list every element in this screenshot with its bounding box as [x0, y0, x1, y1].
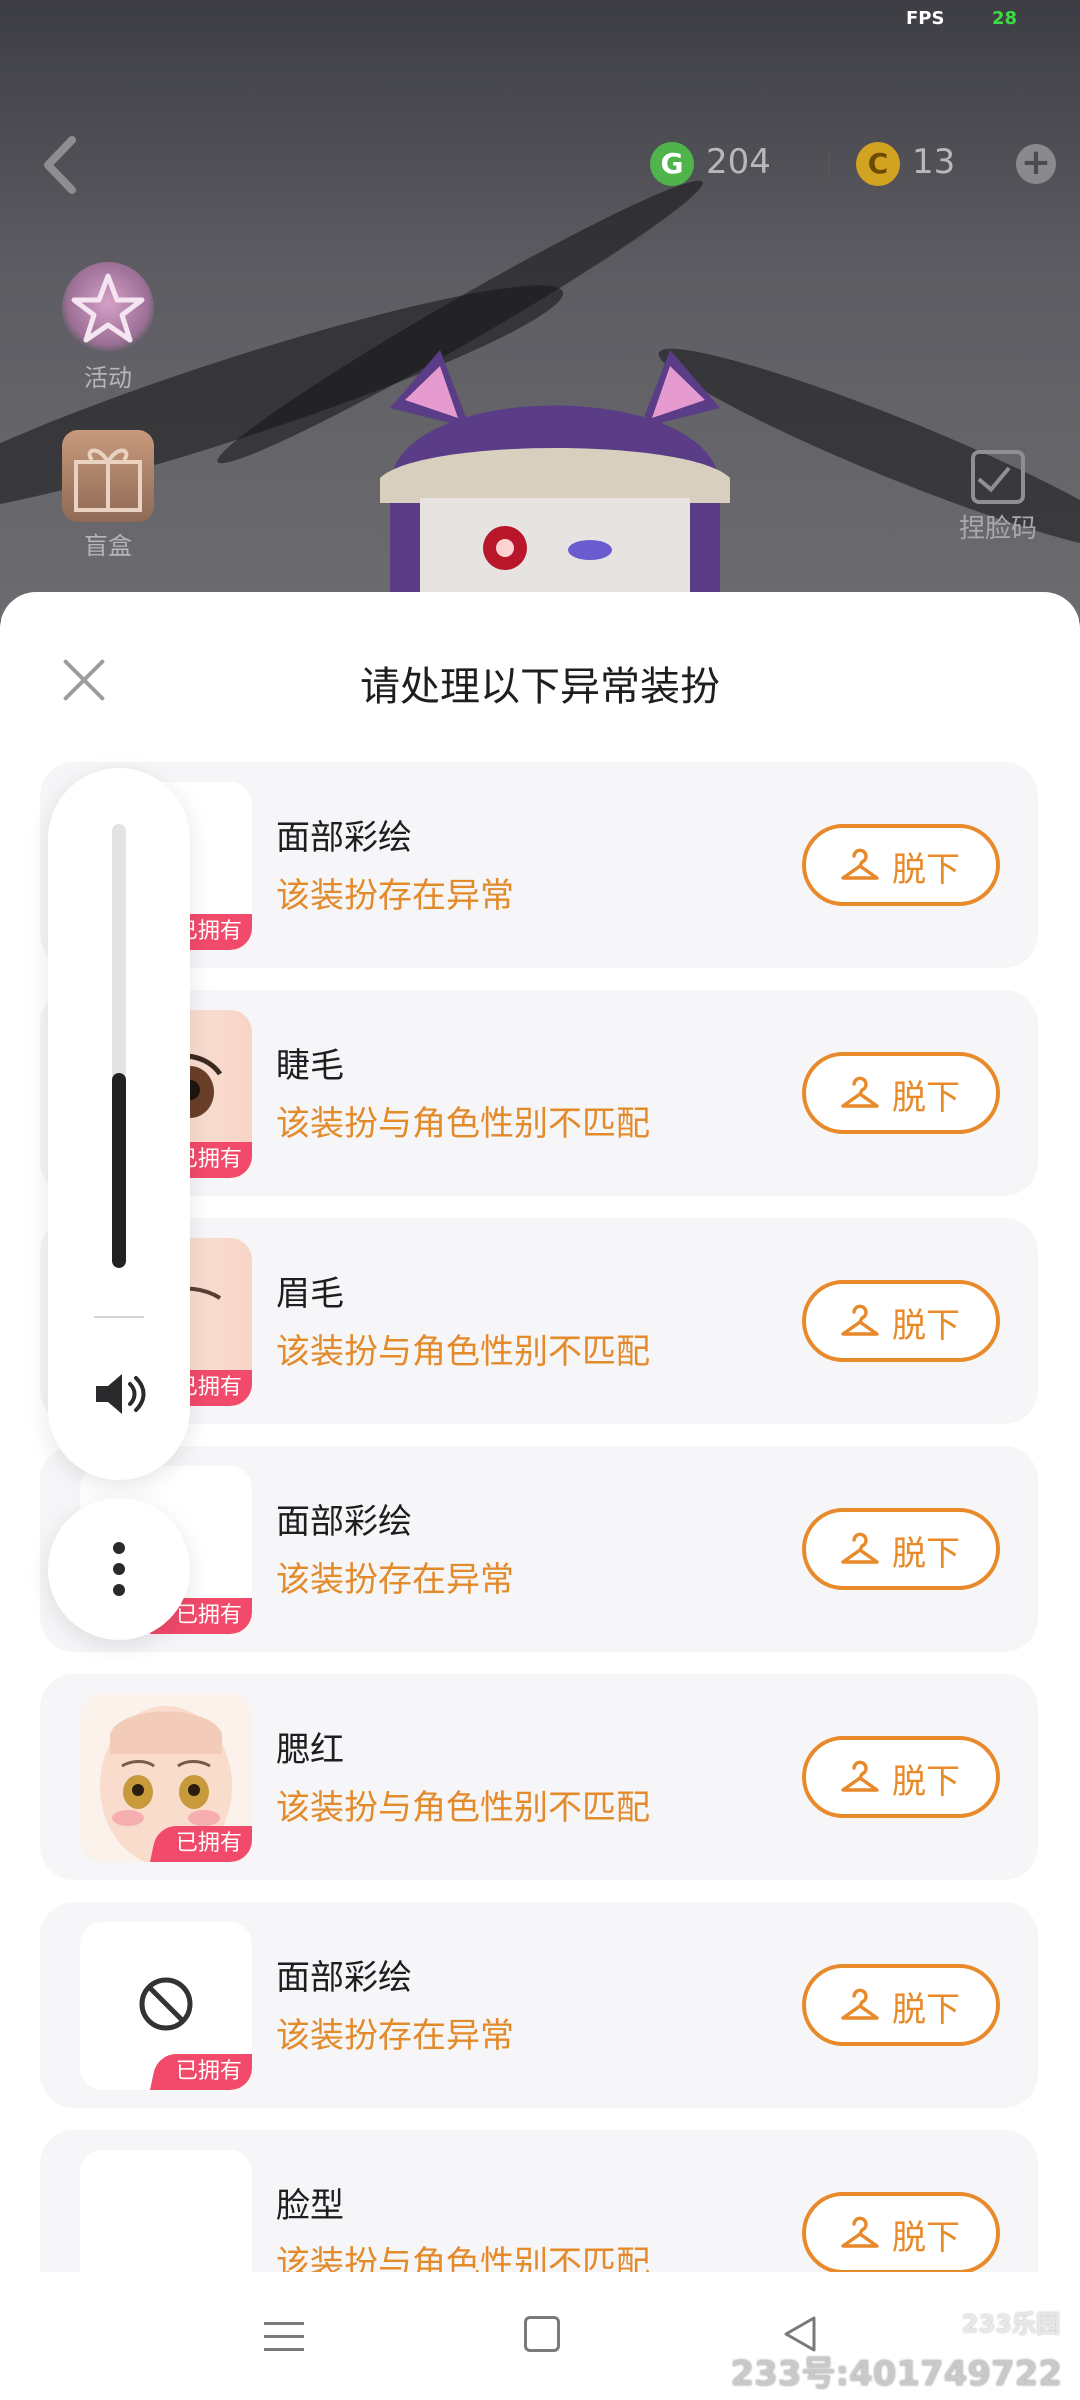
activity-button[interactable]: 活动 — [58, 262, 158, 393]
character-avatar — [380, 350, 730, 620]
id-watermark: 233号:401749722 — [730, 2354, 1062, 2394]
hanger-icon — [841, 1076, 879, 1108]
remove-button[interactable]: 脱下 — [802, 1964, 1000, 2046]
item-warning: 该装扮与角色性别不匹配 — [276, 1104, 650, 1144]
more-options-button[interactable] — [48, 1498, 190, 1640]
menu-icon[interactable] — [264, 2318, 304, 2354]
hanger-icon — [841, 1532, 879, 1564]
hanger-icon — [841, 1304, 879, 1336]
c-coin-balance: 13 — [912, 142, 956, 182]
item-thumbnail: 已拥有 — [80, 1922, 252, 2090]
fps-label: FPS — [906, 8, 945, 29]
hanger-icon — [841, 848, 879, 880]
more-dot — [113, 1542, 125, 1554]
item-name: 腮红 — [276, 1730, 344, 1770]
add-currency-button[interactable]: + — [1016, 144, 1056, 184]
remove-button[interactable]: 脱下 — [802, 1508, 1000, 1590]
hanger-icon — [841, 1988, 879, 2020]
volume-panel — [48, 768, 190, 1480]
g-coin-icon: G — [650, 142, 694, 186]
item-name: 面部彩绘 — [276, 818, 412, 858]
brand-watermark: 233乐园 — [961, 2310, 1060, 2338]
check-square-icon — [971, 450, 1025, 504]
star-icon — [62, 262, 154, 354]
owned-badge: 已拥有 — [149, 2054, 252, 2090]
dialog-title: 请处理以下异常装扮 — [360, 664, 720, 710]
more-dot — [113, 1584, 125, 1596]
blindbox-label: 盲盒 — [84, 532, 132, 560]
hanger-icon — [841, 1760, 879, 1792]
item-name: 脸型 — [276, 2186, 344, 2226]
volume-slider[interactable] — [112, 824, 126, 1268]
item-warning: 该装扮与角色性别不匹配 — [276, 1788, 650, 1828]
remove-button[interactable]: 脱下 — [802, 824, 1000, 906]
item-name: 睫毛 — [276, 1046, 344, 1086]
item-warning: 该装扮存在异常 — [276, 1560, 514, 1600]
currency-divider — [828, 150, 830, 178]
list-item: 已拥有 腮红 该装扮与角色性别不匹配 脱下 — [40, 1674, 1038, 1880]
more-dot — [113, 1563, 125, 1575]
hanger-icon — [841, 2216, 879, 2248]
item-name: 面部彩绘 — [276, 1958, 412, 1998]
item-warning: 该装扮存在异常 — [276, 876, 514, 916]
c-coin-icon: C — [856, 142, 900, 186]
home-square-icon[interactable] — [524, 2316, 560, 2352]
item-warning: 该装扮与角色性别不匹配 — [276, 1332, 650, 1372]
speaker-icon[interactable] — [90, 1366, 150, 1422]
chevron-left-icon — [44, 136, 76, 194]
remove-button[interactable]: 脱下 — [802, 2192, 1000, 2272]
list-item: 已拥有 面部彩绘 该装扮存在异常 脱下 — [40, 1902, 1038, 2108]
g-coin-balance: 204 — [706, 142, 771, 182]
item-warning: 该装扮与角色性别不匹配 — [276, 2244, 650, 2272]
activity-label: 活动 — [84, 364, 132, 392]
item-thumbnail — [80, 2150, 252, 2272]
fps-value: 28 — [992, 8, 1018, 29]
item-thumbnail: 已拥有 — [80, 1694, 252, 1862]
game-scene: FPS 28 G 204 C 13 + 活动 盲盒 捏脸码 — [0, 0, 1080, 620]
list-item: 脸型 该装扮与角色性别不匹配 脱下 — [40, 2130, 1038, 2272]
remove-button[interactable]: 脱下 — [802, 1280, 1000, 1362]
item-name: 眉毛 — [276, 1274, 344, 1314]
face-code-label: 捏脸码 — [958, 514, 1037, 544]
item-warning: 该装扮存在异常 — [276, 2016, 514, 2056]
volume-divider — [94, 1316, 144, 1318]
list-item: 已拥有 面部彩绘 该装扮存在异常 脱下 — [40, 1446, 1038, 1652]
remove-button[interactable]: 脱下 — [802, 1052, 1000, 1134]
back-button[interactable] — [36, 132, 86, 198]
item-name: 面部彩绘 — [276, 1502, 412, 1542]
currency-bar: G 204 C 13 + — [650, 138, 1070, 190]
blindbox-button[interactable]: 盲盒 — [58, 430, 158, 561]
volume-level — [112, 1072, 126, 1268]
remove-button[interactable]: 脱下 — [802, 1736, 1000, 1818]
gift-box-icon — [62, 430, 154, 522]
face-code-button[interactable]: 捏脸码 — [938, 450, 1058, 545]
owned-badge: 已拥有 — [149, 1826, 252, 1862]
